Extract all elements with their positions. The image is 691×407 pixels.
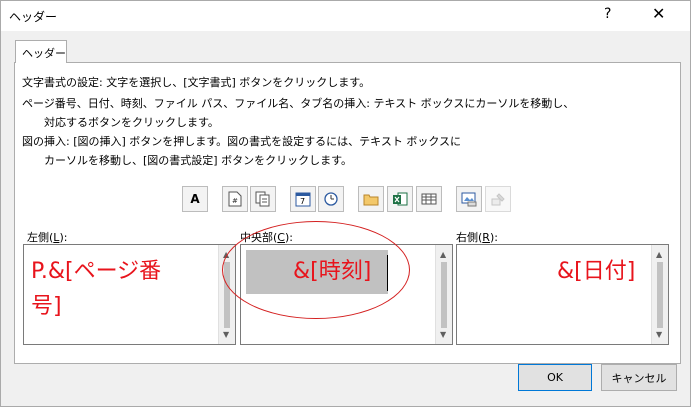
- insert-file-name-button[interactable]: [387, 186, 413, 212]
- window-title: ヘッダー: [9, 10, 58, 24]
- scroll-thumb[interactable]: [657, 262, 663, 328]
- scroll-down-icon[interactable]: ▼: [440, 330, 446, 339]
- calendar-icon: 7: [295, 192, 311, 207]
- clock-icon: [324, 192, 338, 206]
- instruction-line: 図の挿入: [図の挿入] ボタンを押します。図の書式を設定するには、テキスト ボ…: [22, 135, 462, 148]
- ok-button[interactable]: OK: [518, 364, 592, 391]
- insert-picture-button[interactable]: [456, 186, 482, 212]
- insert-file-path-button[interactable]: [358, 186, 384, 212]
- scroll-down-icon[interactable]: ▼: [656, 330, 662, 339]
- page-number-glyph: #: [232, 197, 238, 205]
- page-count-icon: [255, 191, 270, 207]
- scroll-thumb[interactable]: [441, 262, 447, 328]
- close-button[interactable]: ✕: [652, 4, 665, 23]
- folder-icon: [363, 194, 379, 206]
- left-section-textbox[interactable]: P.&[ページ番 号] ▲ ▼: [23, 244, 236, 345]
- right-section-text: &[日付]: [557, 259, 636, 284]
- format-picture-button[interactable]: [485, 186, 511, 212]
- annotation-ellipse: [222, 221, 410, 319]
- instruction-line: 文字書式の設定: 文字を選択し、[文字書式] ボタンをクリックします。: [22, 76, 371, 89]
- format-text-icon: A: [190, 192, 200, 206]
- format-text-button[interactable]: A: [182, 186, 208, 212]
- cancel-button[interactable]: キャンセル: [601, 364, 677, 391]
- right-section-label: 右側(R):: [456, 231, 498, 244]
- scroll-up-icon[interactable]: ▲: [440, 250, 446, 259]
- center-section-scrollbar[interactable]: ▲ ▼: [435, 245, 452, 344]
- left-section-text-line1: P.&[ページ番: [31, 259, 162, 284]
- excel-file-icon: [393, 192, 408, 206]
- format-picture-icon: [491, 193, 505, 206]
- insert-date-button[interactable]: 7: [290, 186, 316, 212]
- calendar-glyph: 7: [300, 197, 305, 206]
- page-number-icon: #: [228, 191, 242, 207]
- help-button[interactable]: ?: [604, 6, 611, 22]
- sheet-icon: [421, 193, 437, 205]
- right-section-scrollbar[interactable]: ▲ ▼: [651, 245, 668, 344]
- tab-header[interactable]: ヘッダー: [15, 40, 67, 63]
- left-section-label: 左側(L):: [27, 231, 68, 244]
- left-section-text-line2: 号]: [31, 294, 62, 319]
- insert-time-button[interactable]: [318, 186, 344, 212]
- scroll-up-icon[interactable]: ▲: [656, 250, 662, 259]
- scroll-down-icon[interactable]: ▼: [223, 330, 229, 339]
- picture-icon: [461, 192, 477, 207]
- right-section-textbox[interactable]: &[日付] ▲ ▼: [456, 244, 669, 345]
- instruction-line: 対応するボタンをクリックします。: [22, 116, 219, 129]
- title-bar: ヘッダー ? ✕: [0, 0, 691, 31]
- instruction-line: ページ番号、日付、時刻、ファイル パス、ファイル名、タブ名の挿入: テキスト ボ…: [22, 97, 575, 110]
- insert-page-count-button[interactable]: [250, 186, 276, 212]
- insert-sheet-name-button[interactable]: [416, 186, 442, 212]
- insert-page-number-button[interactable]: #: [222, 186, 248, 212]
- instruction-line: カーソルを移動し、[図の書式設定] ボタンをクリックします。: [22, 154, 352, 167]
